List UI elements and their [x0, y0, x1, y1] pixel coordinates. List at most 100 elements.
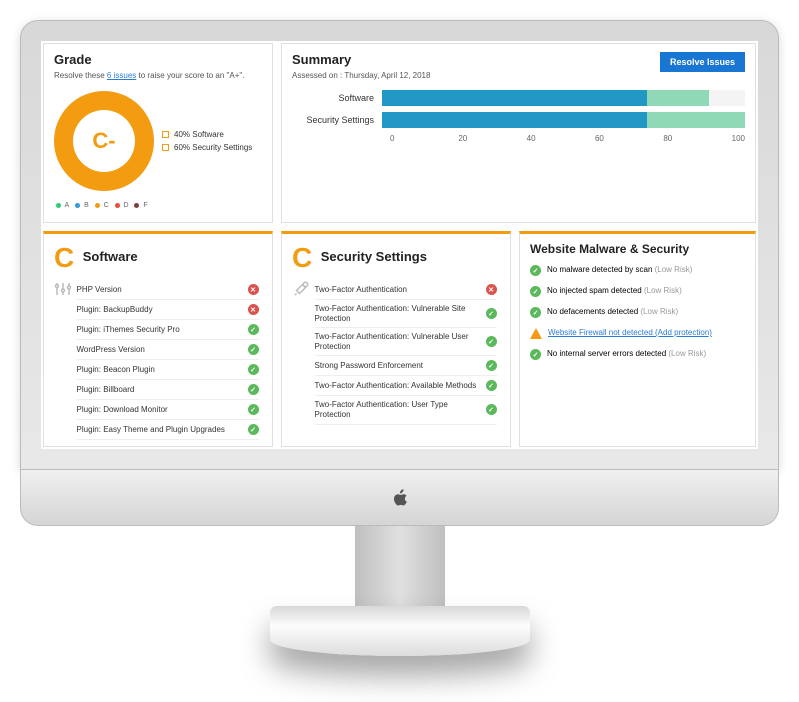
- apple-logo-icon: [391, 487, 409, 509]
- malware-item: ✓No defacements detected (Low Risk): [530, 302, 745, 323]
- security-settings-panel: C Security Settings Two-Factor Authentic…: [281, 231, 511, 447]
- item-label: Plugin: Billboard: [77, 385, 248, 395]
- axis-tick: 0: [390, 134, 458, 143]
- malware-text: No injected spam detected (Low Risk): [547, 286, 682, 295]
- scale-item: C: [93, 202, 113, 209]
- grade-letter: C-: [92, 128, 115, 154]
- scale-item: D: [113, 202, 133, 209]
- item-label: Plugin: Beacon Plugin: [77, 365, 248, 375]
- list-item: Two-Factor Authentication: Vulnerable Us…: [315, 328, 497, 356]
- list-item: Plugin: Easy Theme and Plugin Upgrades✓: [77, 420, 259, 440]
- list-item: Two-Factor Authentication: Available Met…: [315, 376, 497, 396]
- ok-icon: ✓: [486, 308, 497, 319]
- ok-icon: ✓: [530, 286, 541, 297]
- imac-chin: [20, 470, 779, 526]
- software-title: Software: [83, 249, 138, 264]
- item-label: Two-Factor Authentication: Available Met…: [315, 381, 486, 391]
- grade-subtitle: Resolve these 6 issues to raise your sco…: [54, 71, 262, 80]
- legend-item: 60% Security Settings: [162, 143, 252, 152]
- firewall-warning-link[interactable]: Website Firewall not detected (Add prote…: [548, 328, 712, 337]
- item-label: Two-Factor Authentication: Vulnerable Si…: [315, 304, 486, 323]
- fail-icon: ✕: [486, 284, 497, 295]
- axis-tick: 100: [732, 134, 745, 143]
- axis-tick: 80: [663, 134, 731, 143]
- ok-icon: ✓: [530, 265, 541, 276]
- item-label: Two-Factor Authentication: [315, 285, 486, 295]
- ok-icon: ✓: [248, 404, 259, 415]
- ok-icon: ✓: [248, 364, 259, 375]
- item-label: Plugin: Easy Theme and Plugin Upgrades: [77, 425, 248, 435]
- ok-icon: ✓: [486, 336, 497, 347]
- security-grade-badge: C: [292, 242, 312, 274]
- item-label: Plugin: BackupBuddy: [77, 305, 248, 315]
- malware-item: ✓ No internal server errors detected (Low…: [530, 344, 745, 365]
- axis-tick: 20: [458, 134, 526, 143]
- resolve-issues-button[interactable]: Resolve Issues: [660, 52, 745, 72]
- list-item: Plugin: Billboard✓: [77, 380, 259, 400]
- ok-icon: ✓: [248, 384, 259, 395]
- malware-item: ✓ No malware detected by scan (Low Risk): [530, 260, 745, 281]
- scale-item: B: [73, 202, 93, 209]
- ok-icon: ✓: [530, 349, 541, 360]
- list-item: Two-Factor Authentication: User Type Pro…: [315, 396, 497, 424]
- software-panel: C Software PHP Version✕Plugin: BackupBud…: [43, 231, 273, 447]
- bar-label: Security Settings: [292, 115, 382, 125]
- bar-track: [382, 112, 745, 128]
- tools-icon: [292, 280, 312, 303]
- grade-panel: Grade Resolve these 6 issues to raise yo…: [43, 43, 273, 223]
- fail-icon: ✕: [248, 284, 259, 295]
- list-item: PHP Version✕: [77, 280, 259, 300]
- fail-icon: ✕: [248, 304, 259, 315]
- item-label: WordPress Version: [77, 345, 248, 355]
- bar-row: Security Settings: [292, 112, 745, 128]
- summary-panel: Summary Assessed on : Thursday, April 12…: [281, 43, 756, 223]
- scale-item: F: [132, 202, 151, 209]
- axis-tick: 40: [527, 134, 595, 143]
- list-item: Plugin: BackupBuddy✕: [77, 300, 259, 320]
- malware-title: Website Malware & Security: [530, 242, 745, 256]
- item-label: Plugin: Download Monitor: [77, 405, 248, 415]
- list-item: Two-Factor Authentication: Vulnerable Si…: [315, 300, 497, 328]
- issues-link[interactable]: 6 issues: [107, 71, 136, 80]
- summary-assessed: Assessed on : Thursday, April 12, 2018: [292, 71, 745, 80]
- bar-label: Software: [292, 93, 382, 103]
- item-label: Strong Password Enforcement: [315, 361, 486, 371]
- malware-panel: Website Malware & Security ✓ No malware d…: [519, 231, 756, 447]
- ok-icon: ✓: [530, 307, 541, 318]
- list-item: WordPress Version✓: [77, 340, 259, 360]
- axis-tick: 60: [595, 134, 663, 143]
- malware-text: No malware detected by scan (Low Risk): [547, 265, 692, 274]
- summary-bar-chart: Software Security Settings: [292, 90, 745, 128]
- ok-icon: ✓: [248, 324, 259, 335]
- grade-donut-chart: C-: [54, 91, 154, 191]
- item-label: Two-Factor Authentication: Vulnerable Us…: [315, 332, 486, 351]
- ok-icon: ✓: [248, 424, 259, 435]
- bar-track: [382, 90, 745, 106]
- list-item: Two-Factor Authentication✕: [315, 280, 497, 300]
- legend-item: 40% Software: [162, 130, 252, 139]
- malware-text: No internal server errors detected (Low …: [547, 349, 706, 358]
- imac-stand-neck: [355, 526, 445, 606]
- sliders-icon: [54, 280, 74, 303]
- screen: Grade Resolve these 6 issues to raise yo…: [20, 20, 779, 470]
- list-item: Plugin: Download Monitor✓: [77, 400, 259, 420]
- chart-axis: 020406080100: [390, 134, 745, 143]
- ok-icon: ✓: [486, 404, 497, 415]
- item-label: Two-Factor Authentication: User Type Pro…: [315, 400, 486, 419]
- software-grade-badge: C: [54, 242, 74, 274]
- ok-icon: ✓: [248, 344, 259, 355]
- imac-mockup: Grade Resolve these 6 issues to raise yo…: [20, 20, 779, 656]
- security-dashboard: Grade Resolve these 6 issues to raise yo…: [41, 41, 758, 449]
- grade-legend: 40% Software 60% Security Settings: [162, 126, 252, 156]
- malware-item: Website Firewall not detected (Add prote…: [530, 323, 745, 344]
- item-label: PHP Version: [77, 285, 248, 295]
- imac-stand-base: [270, 606, 530, 656]
- security-title: Security Settings: [321, 249, 427, 264]
- list-item: Plugin: iThemes Security Pro✓: [77, 320, 259, 340]
- item-label: Plugin: iThemes Security Pro: [77, 325, 248, 335]
- grade-title: Grade: [54, 52, 262, 67]
- grade-scale: A B C D F: [54, 202, 262, 209]
- ok-icon: ✓: [486, 360, 497, 371]
- list-item: Plugin: Beacon Plugin✓: [77, 360, 259, 380]
- list-item: Strong Password Enforcement✓: [315, 356, 497, 376]
